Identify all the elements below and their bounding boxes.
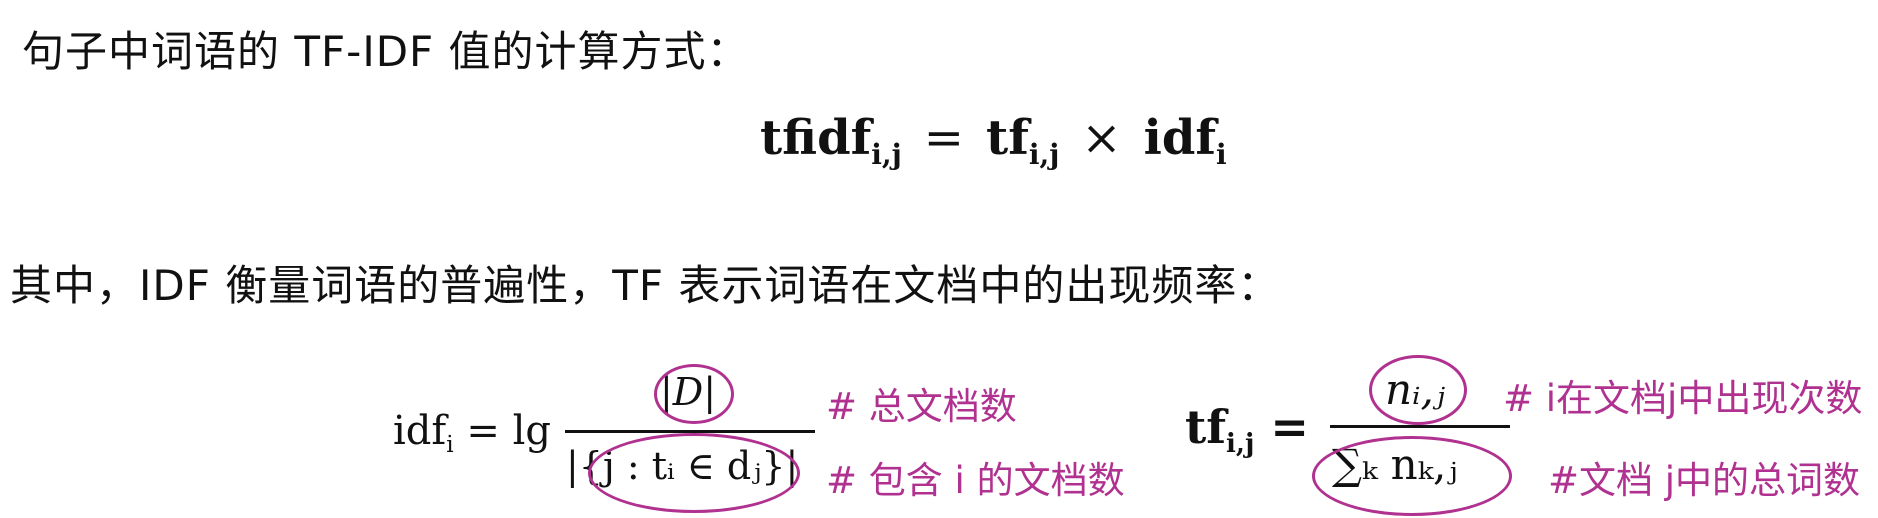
- idf-subscript: i: [1216, 137, 1227, 171]
- tf-fraction-bar: [1330, 425, 1510, 428]
- tf-equals: =: [1254, 400, 1309, 454]
- tf-numerator-note: # i在文档j中出现次数: [1503, 377, 1863, 420]
- idf-denominator-highlight-circle: [588, 433, 800, 513]
- tf-denominator-note: #文档 j中的总词数: [1548, 459, 1861, 502]
- tf-label-subscript: i,j: [1226, 429, 1255, 460]
- tf-term: tf: [986, 110, 1029, 166]
- idf-lhs: idfi = lg: [393, 408, 551, 458]
- explanation-text: 其中，IDF 衡量词语的普遍性，TF 表示词语在文档中的出现频率：: [10, 261, 1281, 310]
- tfidf-main-formula: tfidfi,j = tfi,j × idfi: [760, 110, 1227, 171]
- idf-term: idf: [1143, 110, 1217, 166]
- tf-numerator-highlight-circle: [1369, 355, 1467, 425]
- tf-label: tf: [1185, 400, 1227, 454]
- tfidf-term: tfidf: [760, 110, 872, 166]
- intro-text: 句子中词语的 TF-IDF 值的计算方式：: [22, 27, 750, 76]
- tf-subscript: i,j: [1028, 137, 1060, 171]
- tfidf-subscript: i,j: [871, 137, 902, 171]
- times-sign: ×: [1081, 110, 1122, 166]
- equals-sign: =: [923, 110, 965, 166]
- equals-lg: = lg: [453, 408, 551, 454]
- tf-lhs: tfi,j =: [1185, 400, 1309, 459]
- idf-denominator-note: # 包含 i 的文档数: [826, 459, 1125, 502]
- idf-numerator-highlight-circle: [654, 364, 734, 424]
- idf-label-subscript: i: [446, 431, 454, 459]
- tf-denominator-highlight-circle: [1312, 436, 1512, 516]
- idf-numerator-note: # 总文档数: [826, 385, 1017, 428]
- idf-label: idf: [393, 408, 447, 454]
